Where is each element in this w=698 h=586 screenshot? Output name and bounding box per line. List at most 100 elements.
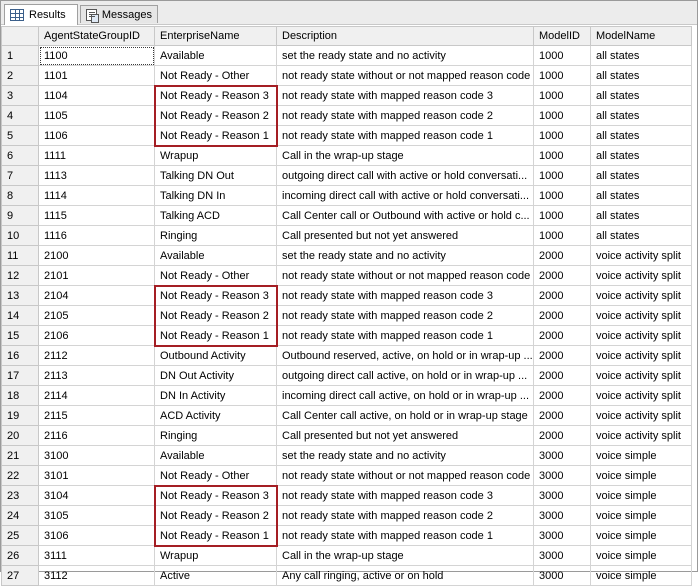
cell-model-name[interactable]: voice activity split (590, 345, 692, 366)
cell-agent-state-group-id[interactable]: 1104 (38, 85, 155, 106)
table-row[interactable]: 26 3111 Wrapup Call in the wrap-up stage 300… (1, 545, 692, 566)
cell-model-name[interactable]: voice simple (590, 545, 692, 566)
row-header[interactable]: 10 (1, 225, 39, 246)
column-header-model-id[interactable]: ModelID (533, 26, 591, 46)
row-header[interactable]: 13 (1, 285, 39, 306)
cell-model-id[interactable]: 2000 (533, 265, 591, 286)
cell-model-name[interactable]: all states (590, 165, 692, 186)
table-row[interactable]: 11 2100 Available set the ready state and n… (1, 245, 692, 266)
cell-description[interactable]: set the ready state and no activity (276, 45, 534, 66)
cell-agent-state-group-id[interactable]: 2116 (38, 425, 155, 446)
cell-description[interactable]: not ready state with mapped reason code … (276, 285, 534, 306)
cell-model-id[interactable]: 2000 (533, 245, 591, 266)
table-row[interactable]: 27 3112 Active Any call ringing, active or … (1, 565, 692, 586)
cell-description[interactable]: set the ready state and no activity (276, 245, 534, 266)
cell-model-name[interactable]: all states (590, 45, 692, 66)
cell-description[interactable]: outgoing direct call active, on hold or … (276, 365, 534, 386)
cell-model-id[interactable]: 3000 (533, 505, 591, 526)
cell-model-id[interactable]: 1000 (533, 45, 591, 66)
cell-description[interactable]: Call in the wrap-up stage (276, 145, 534, 166)
cell-model-name[interactable]: voice simple (590, 565, 692, 586)
cell-model-id[interactable]: 1000 (533, 125, 591, 146)
cell-agent-state-group-id[interactable]: 2101 (38, 265, 155, 286)
table-row[interactable]: 24 3105 Not Ready - Reason 2 not ready stat… (1, 505, 692, 526)
cell-agent-state-group-id[interactable]: 1114 (38, 185, 155, 206)
cell-agent-state-group-id[interactable]: 3104 (38, 485, 155, 506)
cell-model-id[interactable]: 1000 (533, 85, 591, 106)
cell-agent-state-group-id[interactable]: 3100 (38, 445, 155, 466)
row-header[interactable]: 27 (1, 565, 39, 586)
cell-enterprise-name[interactable]: Talking DN Out (154, 165, 277, 186)
cell-enterprise-name[interactable]: Not Ready - Reason 1 (154, 125, 277, 146)
cell-model-id[interactable]: 2000 (533, 365, 591, 386)
cell-model-name[interactable]: voice simple (590, 505, 692, 526)
row-header[interactable]: 25 (1, 525, 39, 546)
cell-agent-state-group-id[interactable]: 2106 (38, 325, 155, 346)
cell-model-name[interactable]: all states (590, 125, 692, 146)
tab-messages[interactable]: Messages (80, 5, 158, 23)
cell-description[interactable]: not ready state with mapped reason code … (276, 525, 534, 546)
cell-description[interactable]: Any call ringing, active or on hold (276, 565, 534, 586)
cell-enterprise-name[interactable]: Not Ready - Reason 2 (154, 105, 277, 126)
cell-description[interactable]: not ready state without or not mapped re… (276, 465, 534, 486)
cell-model-name[interactable]: all states (590, 225, 692, 246)
cell-enterprise-name[interactable]: Not Ready - Reason 1 (154, 525, 277, 546)
cell-model-id[interactable]: 2000 (533, 405, 591, 426)
table-row[interactable]: 20 2116 Ringing Call presented but not yet … (1, 425, 692, 446)
cell-enterprise-name[interactable]: Not Ready - Reason 3 (154, 85, 277, 106)
row-header[interactable]: 4 (1, 105, 39, 126)
cell-agent-state-group-id[interactable]: 1100 (38, 45, 155, 66)
cell-enterprise-name[interactable]: Available (154, 45, 277, 66)
cell-enterprise-name[interactable]: DN Out Activity (154, 365, 277, 386)
cell-model-id[interactable]: 2000 (533, 345, 591, 366)
row-header[interactable]: 16 (1, 345, 39, 366)
cell-description[interactable]: not ready state with mapped reason code … (276, 305, 534, 326)
cell-model-id[interactable]: 3000 (533, 485, 591, 506)
table-row[interactable]: 16 2112 Outbound Activity Outbound reserved… (1, 345, 692, 366)
cell-enterprise-name[interactable]: Not Ready - Reason 2 (154, 305, 277, 326)
cell-model-name[interactable]: all states (590, 145, 692, 166)
cell-description[interactable]: not ready state with mapped reason code … (276, 485, 534, 506)
row-header[interactable]: 5 (1, 125, 39, 146)
row-header[interactable]: 24 (1, 505, 39, 526)
cell-agent-state-group-id[interactable]: 2104 (38, 285, 155, 306)
cell-agent-state-group-id[interactable]: 2100 (38, 245, 155, 266)
cell-description[interactable]: set the ready state and no activity (276, 445, 534, 466)
cell-agent-state-group-id[interactable]: 3111 (38, 545, 155, 566)
cell-description[interactable]: outgoing direct call with active or hold… (276, 165, 534, 186)
cell-agent-state-group-id[interactable]: 1116 (38, 225, 155, 246)
row-header[interactable]: 8 (1, 185, 39, 206)
tab-results[interactable]: Results (4, 4, 78, 25)
cell-agent-state-group-id[interactable]: 1115 (38, 205, 155, 226)
cell-model-id[interactable]: 3000 (533, 545, 591, 566)
cell-model-name[interactable]: voice activity split (590, 265, 692, 286)
cell-agent-state-group-id[interactable]: 3101 (38, 465, 155, 486)
cell-model-name[interactable]: all states (590, 105, 692, 126)
table-row[interactable]: 4 1105 Not Ready - Reason 2 not ready state… (1, 105, 692, 126)
row-header[interactable]: 14 (1, 305, 39, 326)
cell-model-id[interactable]: 2000 (533, 285, 591, 306)
cell-description[interactable]: incoming direct call with active or hold… (276, 185, 534, 206)
cell-model-id[interactable]: 2000 (533, 385, 591, 406)
table-row[interactable]: 22 3101 Not Ready - Other not ready state w… (1, 465, 692, 486)
column-header-description[interactable]: Description (276, 26, 534, 46)
cell-agent-state-group-id[interactable]: 1106 (38, 125, 155, 146)
cell-description[interactable]: not ready state with mapped reason code … (276, 325, 534, 346)
cell-model-id[interactable]: 2000 (533, 425, 591, 446)
cell-enterprise-name[interactable]: Outbound Activity (154, 345, 277, 366)
cell-model-name[interactable]: voice activity split (590, 325, 692, 346)
cell-model-name[interactable]: all states (590, 185, 692, 206)
cell-model-name[interactable]: all states (590, 205, 692, 226)
cell-model-name[interactable]: all states (590, 85, 692, 106)
cell-agent-state-group-id[interactable]: 2114 (38, 385, 155, 406)
cell-agent-state-group-id[interactable]: 2115 (38, 405, 155, 426)
cell-model-id[interactable]: 1000 (533, 165, 591, 186)
cell-model-id[interactable]: 3000 (533, 525, 591, 546)
cell-model-id[interactable]: 2000 (533, 325, 591, 346)
column-header-agent-state-group-id[interactable]: AgentStateGroupID (38, 26, 155, 46)
cell-model-name[interactable]: all states (590, 65, 692, 86)
cell-model-id[interactable]: 1000 (533, 65, 591, 86)
cell-enterprise-name[interactable]: ACD Activity (154, 405, 277, 426)
cell-description[interactable]: not ready state with mapped reason code … (276, 125, 534, 146)
cell-agent-state-group-id[interactable]: 3106 (38, 525, 155, 546)
